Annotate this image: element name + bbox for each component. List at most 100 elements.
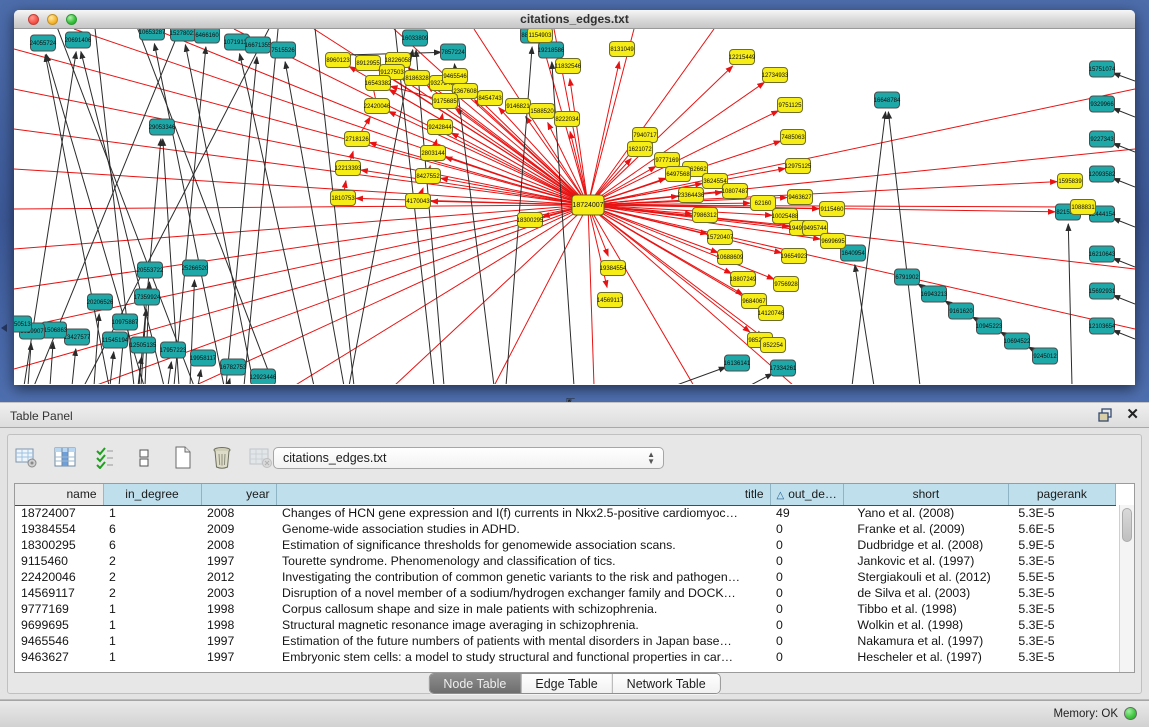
tab-node-table[interactable]: Node Table <box>429 674 521 693</box>
citation-edge-red[interactable] <box>394 205 588 384</box>
node-label: 19218586 <box>538 48 565 54</box>
table-row[interactable]: 1830029562008Estimation of significance … <box>15 537 1115 553</box>
node-label: 16136141 <box>724 361 751 367</box>
citation-edge-black[interactable] <box>190 280 194 384</box>
citation-edge-black[interactable] <box>154 44 224 384</box>
node-label: 7515526 <box>271 48 295 54</box>
cell-year: 2008 <box>201 505 276 521</box>
node-label: 14120746 <box>758 311 785 317</box>
cell-title: Estimation of the future numbers of pati… <box>276 633 770 649</box>
cell-year: 2003 <box>201 585 276 601</box>
table-selector-dropdown[interactable]: citations_edges.txt ▲▼ <box>273 447 664 469</box>
citation-edge-black[interactable] <box>888 112 920 384</box>
node-label: 18226058 <box>385 58 412 64</box>
node-label: 22420046 <box>364 104 391 110</box>
new-column-icon[interactable] <box>170 445 196 471</box>
citation-edge-black[interactable] <box>1113 218 1135 227</box>
node-label: 10694522 <box>1004 339 1031 345</box>
column-header-out_degree[interactable]: △out_de… <box>770 484 843 505</box>
float-window-icon[interactable] <box>1098 408 1114 422</box>
citation-edge-black[interactable] <box>674 367 726 384</box>
network-window-titlebar[interactable]: citations_edges.txt <box>14 10 1135 29</box>
citation-network-graph[interactable]: 2405572420691406106532871527802164661601… <box>14 29 1135 384</box>
column-header-title[interactable]: title <box>276 484 770 505</box>
cell-title: Investigating the contribution of common… <box>276 569 770 585</box>
column-header-name[interactable]: name <box>15 484 103 505</box>
node-label: 9245012 <box>1033 354 1057 360</box>
cell-pagerank: 5.3E-5 <box>1008 585 1115 601</box>
tab-network-table[interactable]: Network Table <box>613 674 720 693</box>
row-height-icon[interactable] <box>131 445 157 471</box>
table-scrollbar-thumb[interactable] <box>1122 508 1132 542</box>
citation-edge-red[interactable] <box>14 205 588 369</box>
delete-column-icon[interactable] <box>209 445 235 471</box>
citation-edge-black[interactable] <box>285 62 344 384</box>
citation-edge-black[interactable] <box>1113 295 1135 304</box>
citation-edge-black[interactable] <box>226 57 257 384</box>
citation-edge-black[interactable] <box>1068 224 1072 384</box>
delete-table-icon[interactable] <box>248 445 274 471</box>
memory-status-label: Memory: OK <box>1053 708 1118 720</box>
table-row[interactable]: 1456911722003Disruption of a novel membe… <box>15 585 1115 601</box>
table-row[interactable]: 977716911998Corpus callosum shape and si… <box>15 601 1115 617</box>
column-header-in_degree[interactable]: in_degree <box>103 484 201 505</box>
node-label: 6466160 <box>195 33 219 39</box>
table-row[interactable]: 946362711997Embryonic stem cells: a mode… <box>15 649 1115 665</box>
node-label: 1810753 <box>331 196 355 202</box>
node-label: 20206526 <box>87 300 114 306</box>
node-label: 10807487 <box>722 189 749 195</box>
network-window[interactable]: citations_edges.txt 24055724206914061065… <box>14 10 1135 385</box>
citation-edge-black[interactable] <box>50 342 53 384</box>
citation-edge-black[interactable] <box>168 362 171 384</box>
select-rows-icon[interactable] <box>92 445 118 471</box>
citation-edge-black[interactable] <box>240 54 314 384</box>
citation-edge-black[interactable] <box>1113 73 1135 81</box>
node-label: 7986312 <box>693 213 717 219</box>
citation-edge-red[interactable] <box>14 205 588 249</box>
citation-edge-red[interactable] <box>588 89 1135 205</box>
table-selector-value: citations_edges.txt <box>283 451 387 465</box>
column-header-year[interactable]: year <box>201 484 276 505</box>
citation-edge-black[interactable] <box>552 62 574 384</box>
column-header-pagerank[interactable]: pagerank <box>1008 484 1115 505</box>
node-label: 12103654 <box>1089 324 1116 330</box>
table-row[interactable]: 1938455462009Genome-wide association stu… <box>15 521 1115 537</box>
citation-edge-red[interactable] <box>14 205 588 209</box>
collapse-panel-arrow-icon[interactable] <box>1 324 7 332</box>
table-type-tabs: Node Table Edge Table Network Table <box>428 673 720 694</box>
citation-edge-red[interactable] <box>294 205 588 384</box>
citation-edge-black[interactable] <box>72 349 76 384</box>
table-row[interactable]: 969969511998Structural magnetic resonanc… <box>15 617 1115 633</box>
cell-year: 2008 <box>201 537 276 553</box>
cell-name: 9115460 <box>15 553 103 569</box>
column-header-short[interactable]: short <box>843 484 1008 505</box>
close-icon[interactable]: ✕ <box>1126 407 1139 423</box>
tab-edge-table[interactable]: Edge Table <box>521 674 612 693</box>
citation-edge-black[interactable] <box>228 379 230 384</box>
table-row[interactable]: 946554611997Estimation of the future num… <box>15 633 1115 649</box>
network-view-canvas[interactable]: 2405572420691406106532871527802164661601… <box>14 29 1135 384</box>
citation-edge-black[interactable] <box>1113 108 1135 117</box>
citation-edge-red[interactable] <box>14 205 588 289</box>
table-row[interactable]: 1872400712008Changes of HCN gene express… <box>15 505 1115 521</box>
node-label: 12734933 <box>762 73 789 79</box>
citation-edge-black[interactable] <box>1113 330 1135 339</box>
citation-edge-black[interactable] <box>185 45 254 384</box>
cell-title: Genome-wide association studies in ADHD. <box>276 521 770 537</box>
table-mode-icon[interactable] <box>14 445 40 471</box>
table-scrollbar[interactable] <box>1119 505 1134 672</box>
citation-edge-black[interactable] <box>1113 258 1135 267</box>
cell-pagerank: 5.3E-5 <box>1008 553 1115 569</box>
table-row[interactable]: 2242004622012Investigating the contribut… <box>15 569 1115 585</box>
node-label: 16033809 <box>402 36 429 42</box>
show-columns-icon[interactable] <box>53 445 79 471</box>
node-label: 62160 <box>755 201 772 207</box>
table-row[interactable]: 911546021997Tourette syndrome. Phenomeno… <box>15 553 1115 569</box>
citation-edge-black[interactable] <box>174 47 206 384</box>
citation-edge-red[interactable] <box>14 169 588 205</box>
citation-edge-black[interactable] <box>94 314 99 384</box>
citation-edge-black[interactable] <box>749 374 772 384</box>
citation-edge-red[interactable] <box>588 205 594 384</box>
citation-edge-black[interactable] <box>1113 178 1135 187</box>
citation-edge-black[interactable] <box>198 370 201 384</box>
